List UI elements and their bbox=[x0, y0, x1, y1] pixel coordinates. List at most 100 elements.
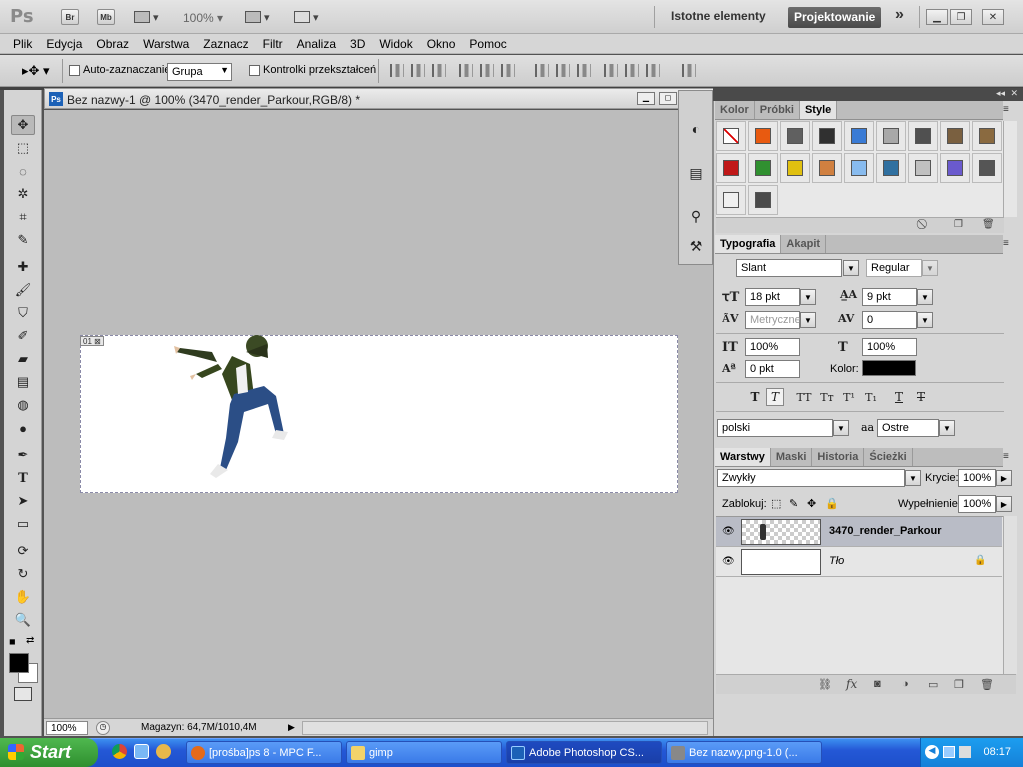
bridge-button[interactable]: Br bbox=[61, 9, 79, 25]
tool-preset-picker[interactable]: ▸✥ ▾ bbox=[22, 63, 50, 79]
close-button[interactable]: ✕ bbox=[982, 9, 1004, 25]
tray-expand-icon[interactable]: ◀ bbox=[925, 745, 939, 759]
auto-align-icon[interactable] bbox=[682, 64, 696, 77]
brushes-panel-icon[interactable]: ⚲ bbox=[686, 206, 706, 226]
eye-icon[interactable]: 👁 bbox=[722, 556, 735, 568]
style-swatch[interactable] bbox=[716, 153, 746, 183]
auto-select-target-dropdown[interactable]: Grupa ▼ bbox=[167, 63, 232, 81]
clone-stamp-tool-icon[interactable]: ⛉ bbox=[11, 303, 35, 323]
minimize-button[interactable]: ▁ bbox=[926, 9, 948, 25]
chrome-icon[interactable] bbox=[112, 744, 127, 759]
3d-orbit-tool-icon[interactable]: ↻ bbox=[11, 564, 35, 584]
tab-color[interactable]: Kolor bbox=[715, 101, 755, 119]
taskbar-app-gimp-image[interactable]: Bez nazwy.png-1.0 (... bbox=[666, 741, 822, 764]
healing-brush-tool-icon[interactable]: ✚ bbox=[11, 257, 35, 277]
menu-select[interactable]: Zaznacz bbox=[196, 37, 255, 51]
tab-masks[interactable]: Maski bbox=[771, 448, 813, 466]
delete-layer-icon[interactable]: 🗑 bbox=[980, 678, 994, 691]
document-maximize-button[interactable]: ◻ bbox=[659, 92, 677, 105]
zoom-level-dropdown[interactable]: 100% ▾ bbox=[183, 11, 223, 25]
chevron-down-icon[interactable]: ▼ bbox=[917, 289, 933, 305]
eyedropper-tool-icon[interactable]: ✎ bbox=[11, 230, 35, 250]
font-family-field[interactable]: Slant bbox=[736, 259, 842, 277]
view-extras-dropdown[interactable]: ▾ bbox=[134, 10, 159, 24]
tab-paths[interactable]: Ścieżki bbox=[864, 448, 913, 466]
opacity-slider-arrow[interactable]: ▶ bbox=[996, 470, 1012, 486]
align-hcenter-icon[interactable] bbox=[480, 64, 494, 77]
clock[interactable]: 08:17 bbox=[983, 746, 1011, 758]
chevron-down-icon[interactable]: ▼ bbox=[922, 260, 938, 276]
menu-view[interactable]: Widok bbox=[372, 37, 419, 51]
opacity-field[interactable]: 100% bbox=[958, 469, 996, 487]
style-swatch[interactable] bbox=[972, 153, 1002, 183]
quick-mask-icon[interactable] bbox=[14, 687, 32, 701]
style-swatch[interactable] bbox=[748, 121, 778, 151]
status-menu-arrow[interactable]: ▶ bbox=[288, 722, 295, 733]
underline-button[interactable]: T bbox=[890, 388, 908, 406]
chevron-down-icon[interactable]: ▼ bbox=[917, 312, 933, 328]
network-icon[interactable] bbox=[943, 746, 955, 758]
crop-tool-icon[interactable]: ⌗ bbox=[11, 207, 35, 227]
chevron-down-icon[interactable]: ▼ bbox=[800, 312, 816, 328]
distribute-vcenter-icon[interactable] bbox=[556, 64, 570, 77]
workspace-essentials[interactable]: Istotne elementy bbox=[671, 9, 766, 23]
style-swatch[interactable] bbox=[716, 185, 746, 215]
style-swatch[interactable] bbox=[908, 153, 938, 183]
menu-window[interactable]: Okno bbox=[420, 37, 463, 51]
history-brush-tool-icon[interactable]: ✐ bbox=[11, 326, 35, 346]
zoom-tool-icon[interactable]: 🔍 bbox=[11, 610, 35, 630]
faux-bold-button[interactable]: T bbox=[746, 388, 764, 406]
faux-italic-button[interactable]: T bbox=[766, 388, 784, 406]
foreground-color-swatch[interactable] bbox=[9, 653, 29, 673]
layer-row[interactable]: 👁 3470_render_Parkour bbox=[716, 517, 1002, 547]
type-tool-icon[interactable]: T bbox=[11, 468, 35, 488]
menu-image[interactable]: Obraz bbox=[89, 37, 136, 51]
menu-edit[interactable]: Edycja bbox=[39, 37, 89, 51]
add-mask-icon[interactable]: ◙ bbox=[874, 678, 881, 690]
tab-layers[interactable]: Warstwy bbox=[715, 448, 771, 466]
style-swatch[interactable] bbox=[780, 121, 810, 151]
new-style-icon[interactable]: ❐ bbox=[954, 219, 963, 230]
screen-mode-dropdown[interactable]: ▾ bbox=[294, 10, 319, 24]
style-swatch[interactable] bbox=[908, 121, 938, 151]
chevron-down-icon[interactable]: ▼ bbox=[939, 420, 955, 436]
language-field[interactable]: polski bbox=[717, 419, 833, 437]
distribute-right-icon[interactable] bbox=[646, 64, 660, 77]
tab-history[interactable]: Historia bbox=[812, 448, 865, 466]
chevron-down-icon[interactable]: ▼ bbox=[843, 260, 859, 276]
menu-analysis[interactable]: Analiza bbox=[290, 37, 343, 51]
ie-icon[interactable] bbox=[134, 744, 149, 759]
lock-all-icon[interactable]: 🔒 bbox=[825, 497, 839, 510]
transform-controls-checkbox[interactable] bbox=[249, 65, 260, 76]
style-swatch[interactable] bbox=[748, 153, 778, 183]
tool-presets-panel-icon[interactable]: ⚒ bbox=[686, 236, 706, 256]
style-swatch[interactable] bbox=[876, 121, 906, 151]
horizontal-scale-field[interactable]: 100% bbox=[862, 338, 917, 356]
panel-menu-icon[interactable]: ≡ bbox=[1003, 104, 1015, 115]
layer-style-icon[interactable]: fx bbox=[846, 677, 857, 691]
baseline-shift-field[interactable]: 0 pkt bbox=[745, 360, 800, 378]
distribute-top-icon[interactable] bbox=[535, 64, 549, 77]
new-layer-icon[interactable]: ❐ bbox=[954, 678, 964, 691]
all-caps-button[interactable]: TT bbox=[795, 388, 813, 406]
taskbar-app-gimp-folder[interactable]: gimp bbox=[346, 741, 502, 764]
distribute-hcenter-icon[interactable] bbox=[625, 64, 639, 77]
fill-field[interactable]: 100% bbox=[958, 495, 996, 513]
hand-tool-icon[interactable]: ✋ bbox=[11, 587, 35, 607]
align-left-icon[interactable] bbox=[459, 64, 473, 77]
style-swatch[interactable] bbox=[780, 153, 810, 183]
navigator-panel-icon[interactable]: ◐ bbox=[686, 119, 706, 139]
menu-file[interactable]: Plik bbox=[6, 37, 39, 51]
strikethrough-button[interactable]: T bbox=[912, 388, 930, 406]
gradient-tool-icon[interactable]: ▤ bbox=[11, 372, 35, 392]
subscript-button[interactable]: T₁ bbox=[862, 388, 880, 406]
style-swatch[interactable] bbox=[812, 153, 842, 183]
volume-icon[interactable] bbox=[959, 746, 971, 758]
distribute-left-icon[interactable] bbox=[604, 64, 618, 77]
3d-rotate-tool-icon[interactable]: ⟳ bbox=[11, 541, 35, 561]
collapse-dock-icon[interactable]: ◂◂ bbox=[996, 88, 1005, 99]
text-color-swatch[interactable] bbox=[862, 360, 916, 376]
style-swatch[interactable] bbox=[972, 121, 1002, 151]
menu-3d[interactable]: 3D bbox=[343, 37, 372, 51]
arrange-documents-dropdown[interactable]: ▾ bbox=[245, 10, 270, 24]
